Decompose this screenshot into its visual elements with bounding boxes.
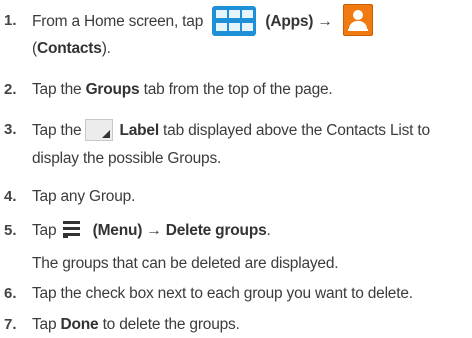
step-4-line: Tap any Group. xyxy=(32,188,136,205)
arrow-icon: → xyxy=(146,222,162,239)
step-3-line-2: display the possible Groups. xyxy=(32,150,222,167)
step-1-line-2: (Contacts). xyxy=(32,40,111,57)
step-number: 6. xyxy=(4,285,17,302)
apps-grid-icon xyxy=(212,5,257,36)
step-number: 7. xyxy=(4,316,17,333)
step-5-line: Tap (Menu) → Delete groups. xyxy=(32,220,271,242)
step-number: 1. xyxy=(4,12,17,29)
step-7-line: Tap Done to delete the groups. xyxy=(32,316,240,334)
step-number: 4. xyxy=(4,188,17,205)
step-7-post: to delete the groups. xyxy=(102,316,240,333)
apps-label: (Apps) xyxy=(265,13,314,30)
contacts-label: Contacts xyxy=(36,40,102,57)
step-3-line-1: Tap the Label tab displayed above the Con… xyxy=(32,118,430,143)
step-2-line: Tap the Groups tab from the top of the p… xyxy=(32,81,333,99)
arrow-icon: → xyxy=(317,13,333,30)
step-5-post: . xyxy=(266,222,271,239)
step-1-line-1: From a Home screen, tap (Apps) → xyxy=(32,3,373,39)
groups-label: Groups xyxy=(85,81,140,98)
done-label: Done xyxy=(60,316,99,333)
step-2-post: tab from the top of the page. xyxy=(143,81,333,98)
step-number: 3. xyxy=(4,121,17,138)
step-5-note: The groups that can be deleted are displ… xyxy=(32,255,339,272)
label-tab-icon xyxy=(85,118,114,141)
delete-groups-label: Delete groups xyxy=(165,222,267,239)
step-5-pre: Tap xyxy=(32,222,57,239)
step-3-post: tab displayed above the Contacts List to xyxy=(163,122,430,139)
label-label: Label xyxy=(119,122,159,139)
instruction-page: 1. From a Home screen, tap (Apps) → (Con… xyxy=(0,0,472,338)
step-6-line: Tap the check box next to each group you… xyxy=(32,285,413,302)
step-3-pre: Tap the xyxy=(32,122,82,139)
menu-icon xyxy=(62,220,85,238)
step-1-text: From a Home screen, tap xyxy=(32,13,204,30)
step-number: 5. xyxy=(4,222,17,239)
menu-label: (Menu) xyxy=(92,222,143,239)
step-2-pre: Tap the xyxy=(32,81,82,98)
step-number: 2. xyxy=(4,81,17,98)
step-7-pre: Tap xyxy=(32,316,57,333)
contacts-icon xyxy=(342,3,373,36)
